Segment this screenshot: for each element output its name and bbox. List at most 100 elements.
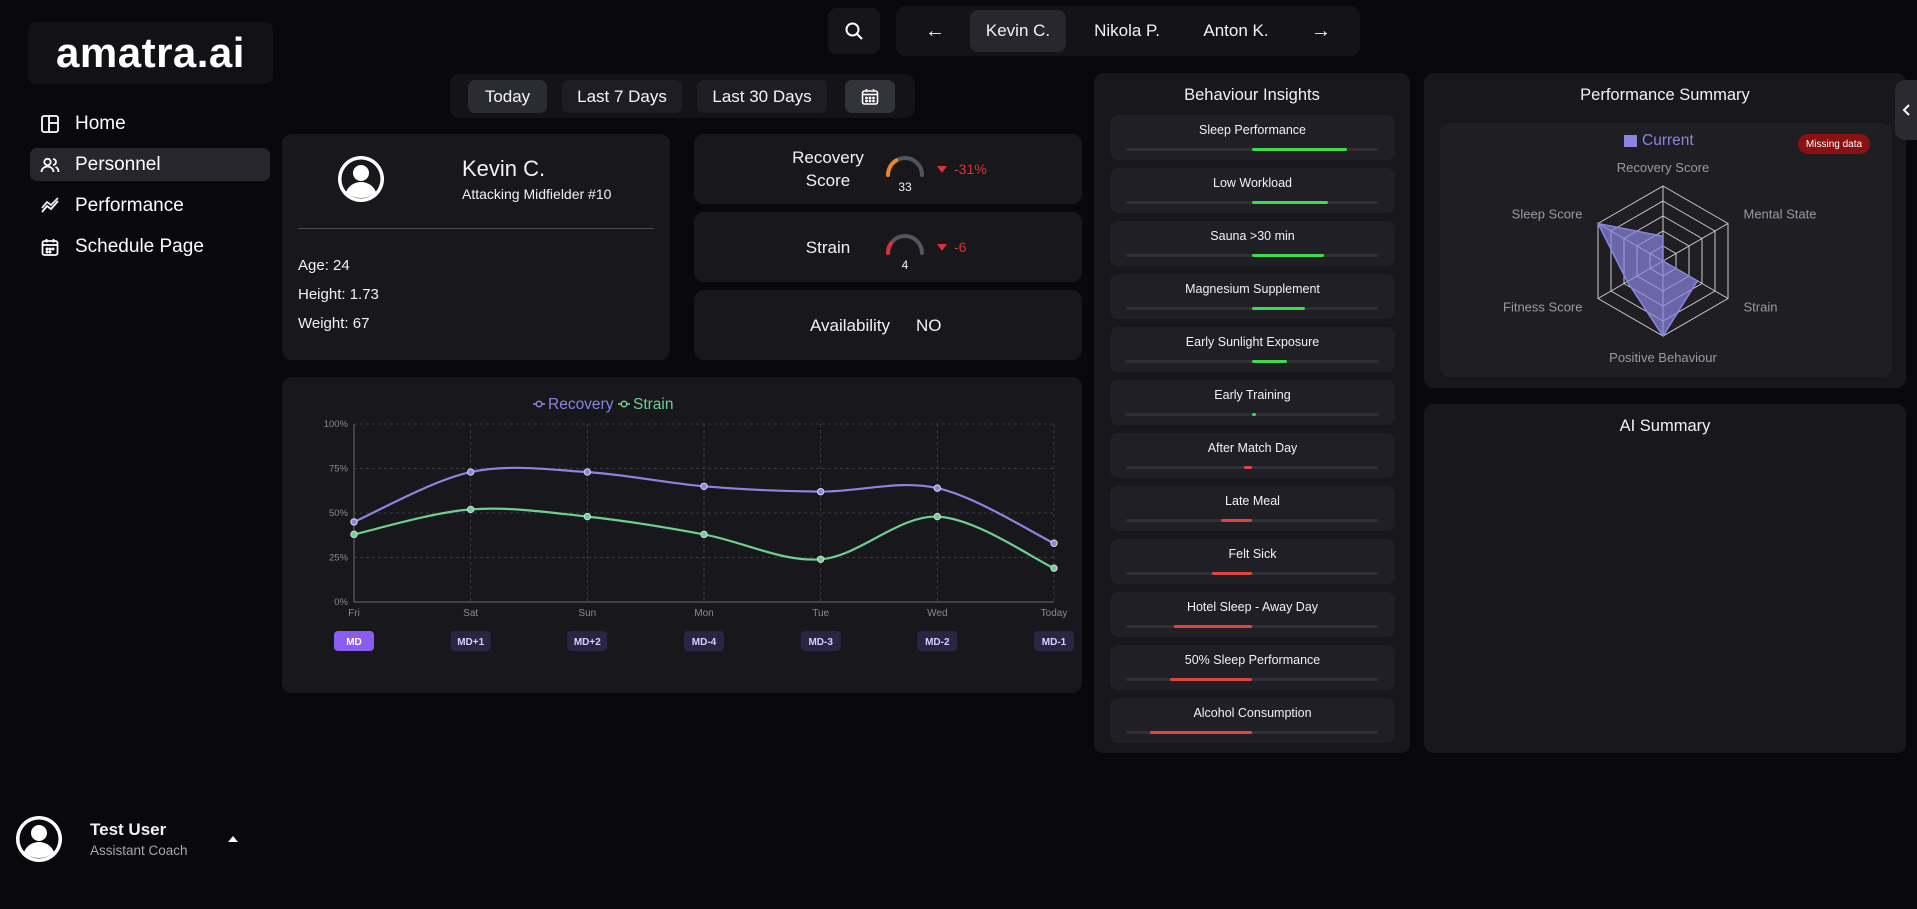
x-tick-label: Wed <box>927 608 947 619</box>
ai-summary-title: AI Summary <box>1619 417 1711 435</box>
y-tick-label: 100% <box>324 419 349 430</box>
behaviour-bar-track <box>1126 201 1378 204</box>
data-point-recovery <box>350 518 358 526</box>
recovery-value: 33 <box>898 180 912 194</box>
behaviour-item-label: Sleep Performance <box>1198 123 1306 137</box>
radar-spoke <box>1662 223 1729 262</box>
layout-icon <box>41 114 59 133</box>
behaviour-item[interactable]: Late Meal <box>1110 486 1395 531</box>
recovery-label: Recovery Score <box>774 146 882 192</box>
x-tick-label: Sun <box>578 608 596 619</box>
next-player-button[interactable]: → <box>1296 10 1346 52</box>
player-tab-kevin[interactable]: Kevin C. <box>970 10 1066 52</box>
data-point-strain <box>350 530 358 539</box>
behaviour-item[interactable]: Sleep Performance <box>1110 115 1395 160</box>
range-today[interactable]: Today <box>468 80 547 113</box>
nav-item-performance[interactable]: Performance <box>30 189 270 222</box>
behaviour-bar-track <box>1126 678 1378 681</box>
behaviour-item-label: After Match Day <box>1207 441 1298 455</box>
behaviour-item[interactable]: Low Workload <box>1110 168 1395 213</box>
recovery-label-line2: Score <box>805 171 851 190</box>
x-tick-label: Mon <box>694 608 713 619</box>
radar-axis-label: Positive Behaviour <box>1609 350 1717 365</box>
x-tick-label: Sat <box>463 608 478 619</box>
user-role: Assistant Coach <box>90 843 188 858</box>
search-button[interactable] <box>828 8 880 54</box>
behaviour-item[interactable]: After Match Day <box>1110 433 1395 478</box>
behaviour-bar-fill <box>1252 148 1347 151</box>
collapse-panel-button[interactable] <box>1895 80 1917 140</box>
legend-item-recovery: Recovery <box>533 396 614 413</box>
behaviour-item[interactable]: Magnesium Supplement <box>1110 274 1395 319</box>
nav-item-personnel[interactable]: Personnel <box>30 148 270 181</box>
range-last-7-days[interactable]: Last 7 Days <box>562 80 682 113</box>
data-point-recovery <box>1050 539 1058 547</box>
nav-label-schedule: Schedule Page <box>75 235 204 257</box>
profile-height: Height: 1.73 <box>298 286 379 303</box>
strain-label: Strain <box>805 238 851 257</box>
behaviour-item-label: Early Training <box>1214 388 1291 402</box>
search-icon <box>845 22 863 40</box>
behaviour-bar-fill <box>1170 678 1252 681</box>
behaviour-bar-track <box>1126 625 1378 628</box>
profile-age: Age: 24 <box>298 257 350 274</box>
trend-icon <box>41 196 59 213</box>
behaviour-bar-fill <box>1252 201 1328 204</box>
behaviour-item[interactable]: Early Sunlight Exposure <box>1110 327 1395 372</box>
behaviour-item[interactable]: Felt Sick <box>1110 539 1395 584</box>
radar-axis-label: Fitness Score <box>1503 300 1582 315</box>
behaviour-bar-fill <box>1173 625 1252 628</box>
behaviour-bar-track <box>1126 148 1378 151</box>
radar-axis-label: Mental State <box>1744 207 1817 222</box>
data-point-strain <box>700 530 708 539</box>
recovery-delta: -31% <box>937 161 987 177</box>
nav-item-schedule[interactable]: Schedule Page <box>30 230 270 263</box>
behaviour-item-label: Alcohol Consumption <box>1193 706 1312 720</box>
profile-position: Attacking Midfielder #10 <box>462 186 612 202</box>
behaviour-bar-fill <box>1252 254 1324 257</box>
behaviour-bar-fill <box>1244 466 1252 469</box>
radar-legend-label: Current <box>1642 132 1694 149</box>
behaviour-item[interactable]: Early Training <box>1110 380 1395 425</box>
recovery-label-line1: Recovery <box>792 148 864 167</box>
users-icon <box>40 157 60 172</box>
profile-weight: Weight: 67 <box>298 315 370 332</box>
data-point-recovery <box>933 484 942 492</box>
availability-value: NO <box>916 316 942 335</box>
recovery-delta-value: -31% <box>954 161 987 177</box>
player-tab-anton[interactable]: Anton K. <box>1188 10 1284 52</box>
recovery-strain-chart: 0% 25% 50% 75% 100% Fri Sat Sun Mon Tue Wed Today Re… <box>324 396 1074 651</box>
recovery-gauge-fill <box>886 158 899 177</box>
user-avatar-icon[interactable] <box>14 814 64 864</box>
data-point-strain <box>933 512 942 521</box>
recovery-gauge <box>886 156 924 177</box>
calendar-picker-button[interactable] <box>845 80 895 113</box>
behaviour-item[interactable]: Alcohol Consumption <box>1110 698 1395 743</box>
behaviour-item[interactable]: Sauna >30 min <box>1110 221 1395 266</box>
range-last-30-days[interactable]: Last 30 Days <box>697 80 827 113</box>
down-triangle-icon <box>937 165 947 173</box>
availability-label: Availability <box>810 316 891 335</box>
nav-label-performance: Performance <box>75 194 184 216</box>
behaviour-item[interactable]: 50% Sleep Performance <box>1110 645 1395 690</box>
behaviour-bar-track <box>1126 572 1378 575</box>
match-day-label: MD-3 <box>808 637 833 648</box>
behaviour-item-label: 50% Sleep Performance <box>1184 653 1321 667</box>
prev-player-button[interactable]: ← <box>910 10 960 52</box>
nav-item-home[interactable]: Home <box>30 107 270 140</box>
behaviour-item[interactable]: Hotel Sleep - Away Day <box>1110 592 1395 637</box>
app-logo: amatra.ai <box>28 22 273 84</box>
data-point-recovery <box>816 487 825 496</box>
strain-delta-value: -6 <box>954 239 967 255</box>
profile-name: Kevin C. <box>462 156 546 181</box>
behaviour-item-label: Felt Sick <box>1228 547 1277 561</box>
behaviour-item-label: Late Meal <box>1225 494 1280 508</box>
performance-summary-title: Performance Summary <box>1580 86 1750 104</box>
caret-up-icon[interactable] <box>226 834 240 844</box>
behaviour-bar-fill <box>1220 519 1252 522</box>
player-tab-nikola[interactable]: Nikola P. <box>1078 10 1176 52</box>
data-point-recovery <box>583 468 592 476</box>
data-point-strain <box>816 555 825 563</box>
y-tick-label: 0% <box>334 597 348 608</box>
legend-item-strain: Strain <box>618 396 674 413</box>
